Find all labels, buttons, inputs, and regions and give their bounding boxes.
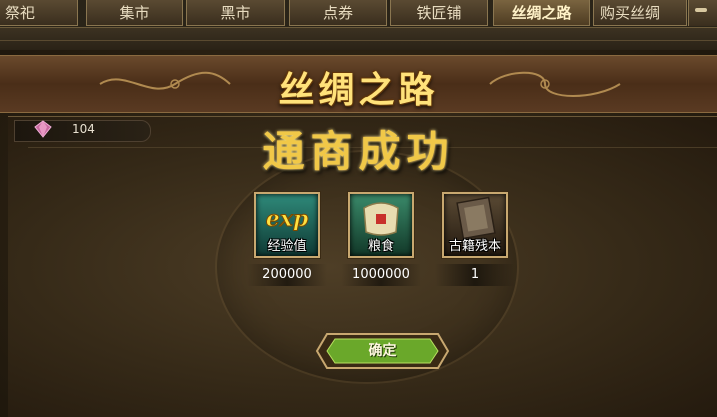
tab-market[interactable]: 集市: [86, 0, 183, 26]
title-banner: 丝绸之路: [0, 55, 717, 113]
tab-scroll-button[interactable]: [688, 0, 717, 26]
reward-name: 古籍残本: [448, 239, 501, 254]
sub-bar: [0, 28, 717, 50]
trade-success-title: 通商成功: [262, 127, 455, 176]
ancient-book-icon: [456, 196, 496, 238]
tab-black-market[interactable]: 黑市: [186, 0, 285, 26]
tab-buy-silk[interactable]: 购买丝绸: [593, 0, 687, 26]
reward-quantity: 1: [435, 264, 515, 286]
tab-silk-road[interactable]: 丝绸之路: [493, 0, 590, 26]
reward-quantity: 1000000: [341, 264, 421, 286]
reward-name: 粮食: [367, 239, 394, 254]
minus-icon: [695, 8, 707, 12]
silk-road-screen: 祭祀 集市 黑市 点券 铁匠铺 丝绸之路 购买丝绸 丝绸之路 104 通商成功 …: [0, 0, 717, 417]
tab-bar: 祭祀 集市 黑市 点券 铁匠铺 丝绸之路 购买丝绸: [0, 0, 717, 28]
reward-quantity: 200000: [247, 264, 327, 286]
tab-sacrifice[interactable]: 祭祀: [0, 0, 78, 26]
grain-sack-icon: [363, 202, 399, 236]
reward-slot-exp[interactable]: exp 经验值: [254, 192, 320, 258]
svg-text:exp: exp: [266, 206, 309, 232]
tab-coupons[interactable]: 点券: [289, 0, 387, 26]
confirm-label: 确定: [368, 343, 397, 359]
banner-title: 丝绸之路: [278, 70, 439, 111]
reward-slot-grain[interactable]: 粮食: [348, 192, 414, 258]
reward-slot-ancient-book[interactable]: 古籍残本: [442, 192, 508, 258]
tab-blacksmith[interactable]: 铁匠铺: [390, 0, 488, 26]
confirm-button[interactable]: 确定: [315, 332, 450, 370]
reward-name: 经验值: [267, 239, 307, 254]
exp-icon: exp: [265, 206, 309, 233]
